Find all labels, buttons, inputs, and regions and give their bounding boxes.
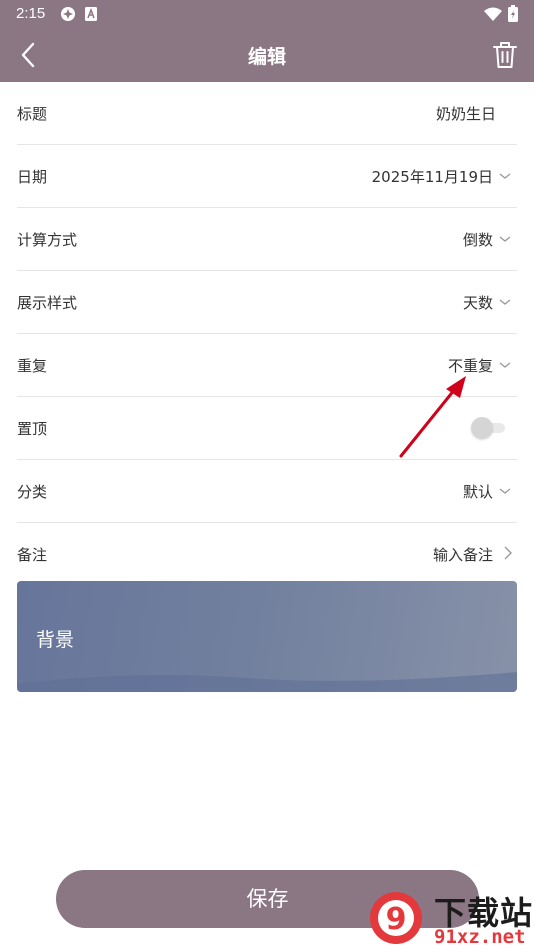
row-pin-top: 置顶 xyxy=(17,397,517,460)
row-display-style[interactable]: 展示样式 天数 xyxy=(17,271,517,334)
watermark-logo: 9 xyxy=(370,892,422,944)
pin-top-toggle[interactable] xyxy=(471,417,507,439)
app-notification-icon xyxy=(61,7,75,21)
background-image xyxy=(17,672,517,692)
chevron-down-icon xyxy=(499,236,511,242)
text-notification-icon xyxy=(85,7,97,21)
background-picker-card[interactable]: 背景 xyxy=(17,581,517,692)
repeat-value: 不重复 xyxy=(447,357,493,375)
row-label: 展示样式 xyxy=(17,294,78,312)
row-date[interactable]: 日期 2025年11月19日 xyxy=(17,145,517,208)
row-label: 置顶 xyxy=(17,420,48,438)
back-arrow-icon[interactable] xyxy=(14,40,44,70)
status-bar: 2:15 xyxy=(0,0,534,30)
row-repeat[interactable]: 重复 不重复 xyxy=(17,334,517,397)
toggle-knob xyxy=(471,417,493,439)
svg-text:9: 9 xyxy=(386,902,407,937)
row-label: 计算方式 xyxy=(17,231,78,249)
chevron-right-icon xyxy=(504,546,512,560)
date-value: 2025年11月19日 xyxy=(371,168,493,186)
calc-method-value: 倒数 xyxy=(462,231,493,249)
watermark: 9 下载站 91xz.net xyxy=(362,888,534,950)
row-label: 重复 xyxy=(17,357,48,375)
background-label: 背景 xyxy=(36,629,75,651)
row-label: 日期 xyxy=(17,168,48,186)
app-header: 2:15 编辑 xyxy=(0,0,534,82)
row-label: 备注 xyxy=(17,546,48,564)
category-value: 默认 xyxy=(462,483,493,501)
battery-icon xyxy=(508,5,518,22)
chevron-down-icon xyxy=(499,173,511,179)
note-value: 输入备注 xyxy=(432,546,493,564)
trash-icon[interactable] xyxy=(492,41,518,69)
chevron-down-icon xyxy=(499,488,511,494)
status-time: 2:15 xyxy=(16,5,46,22)
row-label: 分类 xyxy=(17,483,48,501)
wifi-icon xyxy=(484,7,502,21)
row-category[interactable]: 分类 默认 xyxy=(17,460,517,523)
title-value-input[interactable]: 奶奶生日 xyxy=(436,103,496,124)
chevron-down-icon xyxy=(499,299,511,305)
edit-form: 标题 奶奶生日 日期 2025年11月19日 计算方式 倒数 展示样式 天数 重… xyxy=(17,82,517,585)
display-style-value: 天数 xyxy=(462,294,493,312)
title-bar: 编辑 xyxy=(0,30,534,82)
row-title[interactable]: 标题 奶奶生日 xyxy=(17,82,517,145)
row-note[interactable]: 备注 输入备注 xyxy=(17,523,517,585)
watermark-url: 91xz.net xyxy=(434,926,526,948)
page-title: 编辑 xyxy=(247,46,286,68)
row-calc-method[interactable]: 计算方式 倒数 xyxy=(17,208,517,271)
chevron-down-icon xyxy=(499,362,511,368)
row-label: 标题 xyxy=(17,105,48,123)
